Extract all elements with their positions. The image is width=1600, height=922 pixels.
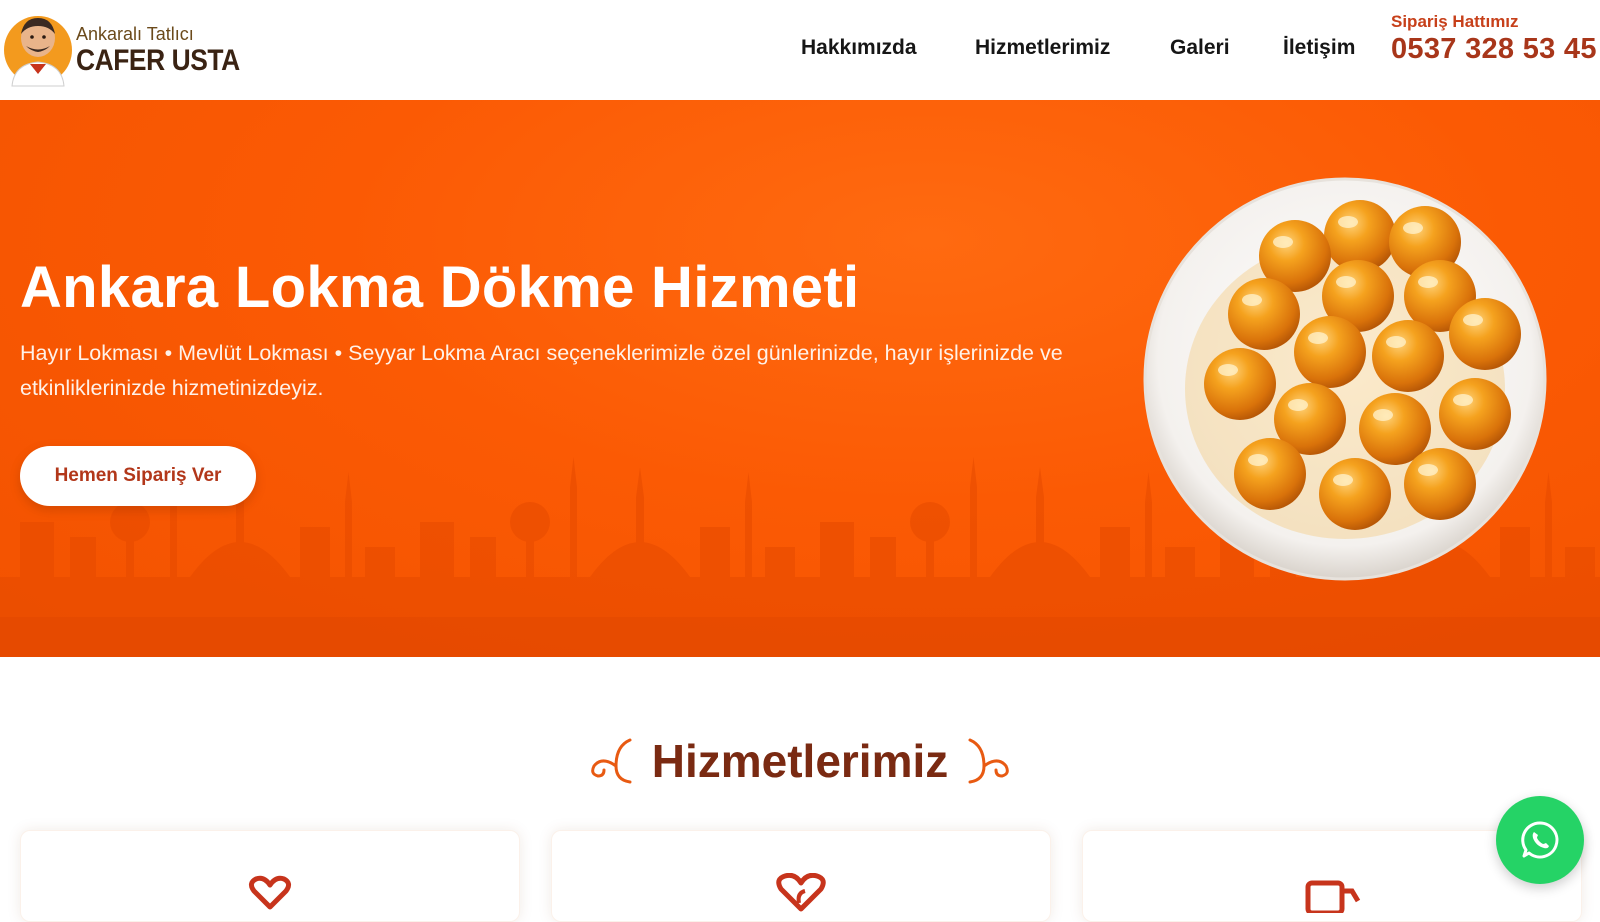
- nav-item-services[interactable]: Hizmetlerimiz: [975, 36, 1110, 60]
- hero-title: Ankara Lokma Dökme Hizmeti: [20, 255, 860, 320]
- left-flourish-icon: [590, 738, 632, 784]
- brand-tagline: Ankaralı Tatlıcı: [76, 24, 194, 44]
- whatsapp-icon: [1521, 821, 1559, 859]
- hero-subtitle: Hayır Lokması • Mevlüt Lokması • Seyyar …: [20, 341, 1063, 400]
- service-card[interactable]: [20, 830, 520, 922]
- right-flourish-icon: [968, 738, 1010, 784]
- order-line-label: Sipariş Hattımız: [1391, 12, 1519, 31]
- hero-banner: Ankara Lokma Dökme Hizmeti Hayır Lokması…: [0, 100, 1600, 657]
- order-now-button[interactable]: Hemen Sipariş Ver: [20, 446, 256, 506]
- lokma-plate-image: [1143, 177, 1547, 581]
- food-truck-icon: [1305, 880, 1361, 913]
- heart-crescent-icon: [776, 873, 826, 912]
- order-line-phone[interactable]: 0537 328 53 45: [1391, 33, 1600, 66]
- brand-name: CAFER USTA: [76, 44, 240, 77]
- service-card[interactable]: [551, 830, 1051, 922]
- nav-item-contact[interactable]: İletişim: [1283, 36, 1355, 60]
- heart-hands-icon: [248, 875, 292, 910]
- chef-mascot-icon: [4, 16, 72, 87]
- brand-logo[interactable]: Ankaralı Tatlıcı CAFER USTA: [0, 10, 240, 90]
- nav-item-gallery[interactable]: Galeri: [1170, 36, 1230, 60]
- whatsapp-button[interactable]: [1496, 796, 1584, 884]
- services-title: Hizmetlerimiz: [651, 735, 949, 787]
- site-header: Ankaralı Tatlıcı CAFER USTA Hakkımızda H…: [0, 0, 1600, 100]
- nav-item-about[interactable]: Hakkımızda: [801, 36, 917, 60]
- order-line: Sipariş Hattımız 0537 328 53 45: [1391, 12, 1600, 66]
- services-heading: Hizmetlerimiz: [0, 734, 1600, 794]
